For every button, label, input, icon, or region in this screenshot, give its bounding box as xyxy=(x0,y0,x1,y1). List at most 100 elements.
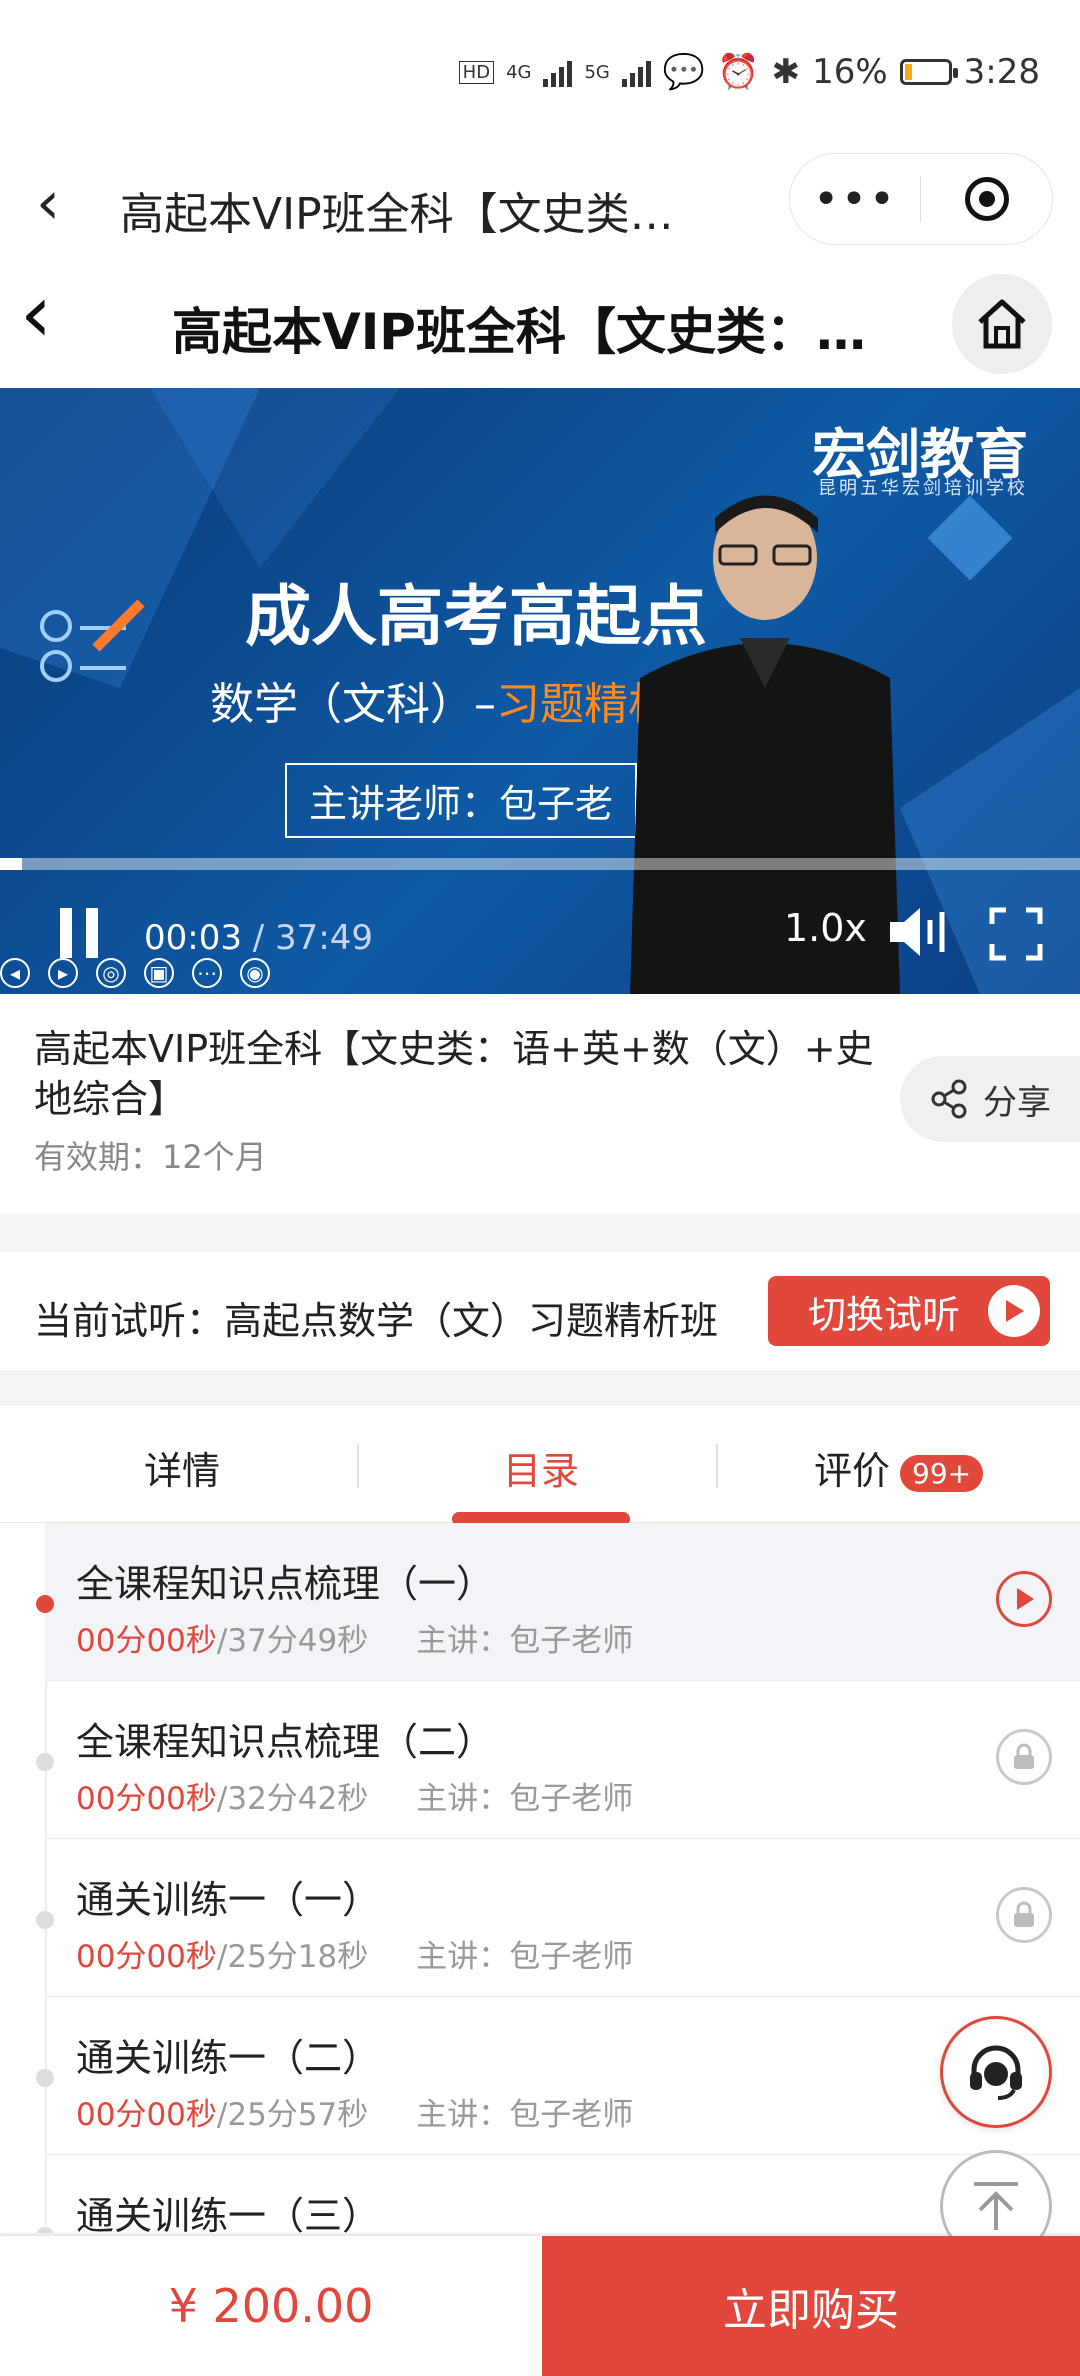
hd-indicator: HD xyxy=(458,60,495,84)
course-title: 高起本VIP班全科【文史类：语+英+数（文）+史地综合】 xyxy=(34,1027,874,1121)
lesson-teacher: 主讲：包子老师 xyxy=(416,1781,634,1817)
signal-icon xyxy=(543,57,573,87)
timeline-dot xyxy=(36,1753,54,1771)
home-icon xyxy=(978,299,1026,349)
page-header: ‹ 高起本VIP班全科【文史类：… xyxy=(0,260,1080,388)
battery-icon xyxy=(899,59,958,85)
video-teacher-caption: 主讲老师：包子老 xyxy=(285,763,638,838)
back-icon[interactable]: ‹ xyxy=(36,168,60,238)
play-icon xyxy=(988,1285,1040,1337)
course-validity: 有效期：12个月 xyxy=(34,1138,267,1176)
tab-bar: 详情 目录 评价 99+ xyxy=(0,1406,1080,1526)
tab-details[interactable]: 详情 xyxy=(144,1440,220,1495)
tool-icon-2[interactable]: ▣ xyxy=(144,958,174,988)
share-label: 分享 xyxy=(983,1082,1051,1123)
network-5g-label: 5G xyxy=(584,61,610,83)
mini-program-title: 高起本VIP班全科【文史类… xyxy=(120,189,674,240)
more-icon[interactable]: ⋯ xyxy=(192,958,222,988)
prev-icon[interactable]: ◂ xyxy=(0,958,30,988)
video-player[interactable]: 宏剑教育 昆明五华宏剑培训学校 成人高考高起点 数学（文科）–习题精析 主讲老师… xyxy=(0,388,1080,994)
status-icons: HD 4G 5G 💬 ⏰ ✱ 16% 3:28 xyxy=(458,52,1040,92)
bluetooth-icon: ✱ xyxy=(771,52,801,92)
volume-icon[interactable] xyxy=(886,902,956,962)
lesson-list: 全课程知识点梳理（一） 00分00秒/37分49秒 主讲：包子老师 全课程知识点梳… xyxy=(0,1523,1080,2233)
buy-now-button[interactable]: 立即购买 xyxy=(542,2236,1080,2376)
switch-trial-label: 切换试听 xyxy=(808,1292,961,1337)
share-button[interactable]: 分享 xyxy=(900,1056,1080,1142)
video-subline-prefix: 数学（文科）– xyxy=(210,679,496,730)
tab-reviews-label: 评价 xyxy=(814,1449,891,1493)
tab-divider xyxy=(716,1444,718,1488)
lesson-title: 全课程知识点梳理（二） xyxy=(76,1720,495,1764)
network-4g-label: 4G xyxy=(506,61,532,83)
mini-program-bar: ‹ 高起本VIP班全科【文史类… ••• xyxy=(0,150,1080,260)
lesson-title: 全课程知识点梳理（一） xyxy=(76,1562,495,1606)
arrow-up-icon xyxy=(974,2182,1018,2230)
bottom-bar: ¥ 200.00 立即购买 xyxy=(0,2236,1080,2376)
tool-icon-1[interactable]: ◎ xyxy=(96,958,126,988)
current-trial-label: 当前试听：高起点数学（文）习题精析班 xyxy=(34,1299,719,1343)
course-info-card: 高起本VIP班全科【文史类：语+英+数（文）+史地综合】 有效期：12个月 分享 xyxy=(0,994,1080,1214)
timeline-dot xyxy=(36,2227,54,2233)
checklist-icon xyxy=(40,599,145,682)
lesson-title: 通关训练一（一） xyxy=(76,1878,381,1922)
play-icon[interactable] xyxy=(996,1571,1052,1627)
lesson-meta: 00分00秒/25分57秒 主讲：包子老师 xyxy=(76,2089,633,2134)
fullscreen-icon[interactable] xyxy=(988,906,1044,962)
list-item[interactable]: 全课程知识点梳理（二） 00分00秒/32分42秒 主讲：包子老师 xyxy=(36,1681,1080,1839)
total-time: / 37:49 xyxy=(241,918,374,958)
lesson-duration: /25分57秒 xyxy=(216,2097,369,2133)
pause-button[interactable] xyxy=(60,908,98,958)
lesson-title: 通关训练一（三） xyxy=(76,2194,381,2233)
lock-icon xyxy=(996,1729,1052,1785)
trial-bar: 当前试听：高起点数学（文）习题精析班 切换试听 xyxy=(0,1252,1080,1370)
tab-reviews[interactable]: 评价 99+ xyxy=(814,1440,984,1495)
video-time: 00:03 / 37:49 xyxy=(144,918,373,958)
lesson-watched: 00分00秒 xyxy=(76,1939,217,1975)
switch-trial-button[interactable]: 切换试听 xyxy=(768,1276,1050,1346)
presenter-figure xyxy=(630,495,900,994)
list-item[interactable]: 通关训练一（二） 00分00秒/25分57秒 主讲：包子老师 xyxy=(36,1997,1080,2155)
alarm-icon: ⏰ xyxy=(717,52,760,92)
price-label: ¥ 200.00 xyxy=(168,2279,374,2333)
tab-catalog[interactable]: 目录 xyxy=(503,1440,579,1495)
playback-speed-button[interactable]: 1.0x xyxy=(784,906,867,950)
more-button[interactable]: ••• xyxy=(790,174,920,225)
lesson-title: 通关训练一（二） xyxy=(76,2036,381,2080)
share-icon xyxy=(931,1079,967,1119)
status-bar: HD 4G 5G 💬 ⏰ ✱ 16% 3:28 xyxy=(0,0,1080,150)
page-title: 高起本VIP班全科【文史类：… xyxy=(172,303,866,361)
message-icon: 💬 xyxy=(662,52,706,92)
lesson-watched: 00分00秒 xyxy=(76,1623,217,1659)
lesson-meta: 00分00秒/32分42秒 主讲：包子老师 xyxy=(76,1773,633,1818)
lock-icon xyxy=(996,1887,1052,1943)
timeline-dot xyxy=(36,1911,54,1929)
lesson-duration: /32分42秒 xyxy=(216,1781,369,1817)
target-icon xyxy=(964,177,1009,221)
video-mini-controls: ◂ ▸ ◎ ▣ ⋯ ◉ xyxy=(0,958,270,988)
list-item[interactable]: 通关训练一（一） 00分00秒/25分18秒 主讲：包子老师 xyxy=(36,1839,1080,1997)
lesson-teacher: 主讲：包子老师 xyxy=(416,1623,634,1659)
close-miniprogram-button[interactable] xyxy=(921,177,1052,221)
lesson-teacher: 主讲：包子老师 xyxy=(416,2097,634,2133)
back-icon[interactable]: ‹ xyxy=(20,274,52,354)
current-time: 00:03 xyxy=(144,918,242,958)
list-item[interactable]: 通关训练一（三） xyxy=(36,2155,1080,2233)
lesson-meta: 00分00秒/37分49秒 主讲：包子老师 xyxy=(76,1615,633,1660)
video-progress-fill xyxy=(0,858,22,870)
tool-icon-3[interactable]: ◉ xyxy=(240,958,270,988)
signal-icon-2 xyxy=(621,57,651,87)
video-progress-bar[interactable] xyxy=(0,858,1080,870)
timeline-dot xyxy=(36,2069,54,2087)
customer-service-button[interactable] xyxy=(940,2016,1052,2128)
clock: 3:28 xyxy=(963,52,1040,92)
lesson-watched: 00分00秒 xyxy=(76,1781,217,1817)
list-item[interactable]: 全课程知识点梳理（一） 00分00秒/37分49秒 主讲：包子老师 xyxy=(36,1523,1080,1681)
lesson-watched: 00分00秒 xyxy=(76,2097,217,2133)
review-count-badge: 99+ xyxy=(900,1455,984,1492)
lesson-duration: /25分18秒 xyxy=(216,1939,369,1975)
timeline-dot xyxy=(36,1595,54,1613)
battery-percent: 16% xyxy=(812,52,888,92)
home-button[interactable] xyxy=(952,274,1052,374)
play-small-icon[interactable]: ▸ xyxy=(48,958,78,988)
